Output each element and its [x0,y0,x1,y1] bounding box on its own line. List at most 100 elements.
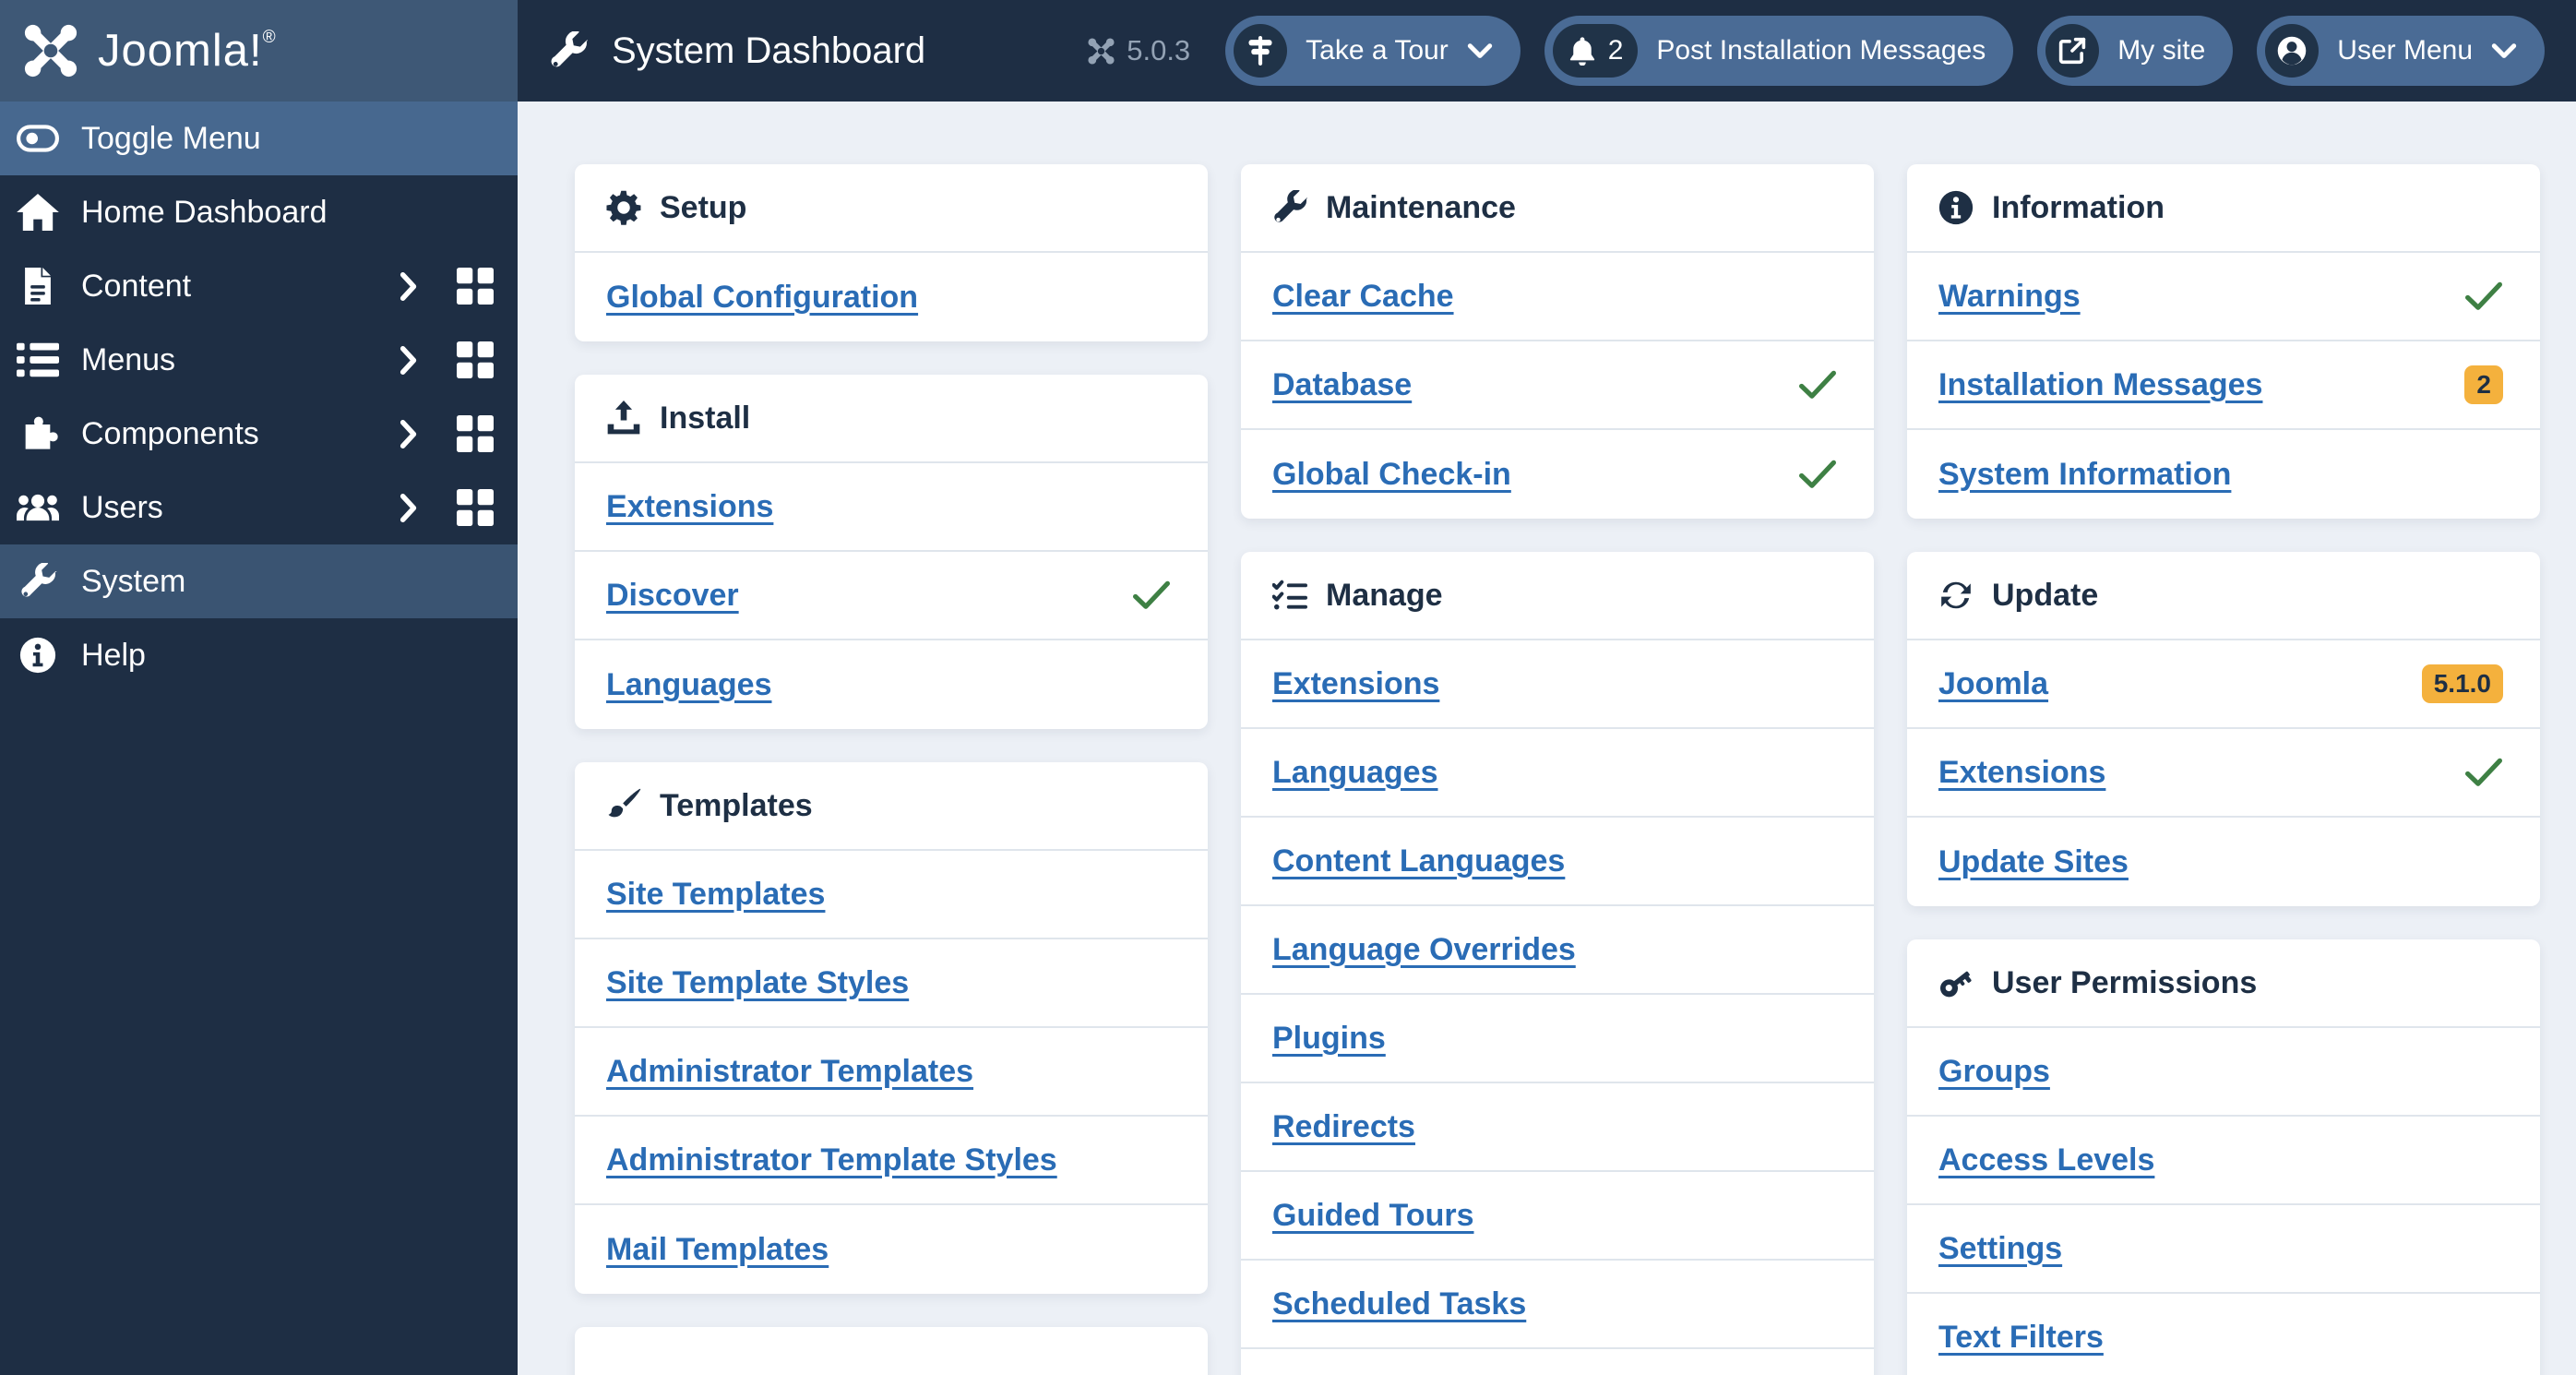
sidebar-item-label: Content [81,268,192,304]
topbar-actions: 5.0.3 Take a Tour 2 Post Installation Mess… [1087,16,2545,86]
info-icon [17,637,59,674]
topbar-button-my-site[interactable]: My site [2037,16,2234,86]
card-manage: Manage Extensions Languages Content Languag… [1241,552,1874,1375]
puzzle-icon [17,415,59,452]
link-access-levels[interactable]: Access Levels [1938,1142,2154,1178]
card-row: Plugins [1241,995,1874,1083]
link-plugins[interactable]: Plugins [1272,1021,1386,1057]
sidebar-item-label: Users [81,489,163,525]
grid-icon[interactable] [457,268,494,305]
sidebar-item-controls [400,341,494,378]
gear-icon [606,190,641,225]
topbar-button-post-installation-messages[interactable]: 2 Post Installation Messages [1544,16,2014,86]
link-text-filters[interactable]: Text Filters [1938,1320,2104,1356]
sidebar-item-users[interactable]: Users [0,471,518,544]
card-row: Administrator Template Styles [575,1117,1208,1205]
version-text: 5.0.3 [1127,34,1191,66]
link-extensions[interactable]: Extensions [606,489,773,525]
link-administrator-templates[interactable]: Administrator Templates [606,1054,973,1090]
card-header: Update [1907,552,2540,640]
card-title: Templates [660,787,813,823]
link-clear-cache[interactable]: Clear Cache [1272,279,1454,315]
link-language-overrides[interactable]: Language Overrides [1272,932,1576,968]
card-title: Setup [660,189,747,225]
link-global-configuration[interactable]: Global Configuration [606,280,918,316]
card-blank [575,1327,1208,1375]
card-header: Manage [1241,552,1874,640]
link-languages[interactable]: Languages [606,667,771,703]
card-row: Languages [1241,729,1874,818]
sidebar-header: Joomla!® [0,0,518,102]
sidebar-item-toggle-menu[interactable]: Toggle Menu [0,102,518,175]
wrench-icon [1272,190,1307,225]
sidebar-item-system[interactable]: System [0,544,518,618]
chevron-right-icon[interactable] [400,271,418,302]
link-mail-templates[interactable]: Mail Templates [606,1232,829,1268]
document-icon [17,268,59,305]
card-row: Clear Cache [1241,253,1874,341]
grid-icon[interactable] [457,341,494,378]
card-row: Discover [575,552,1208,640]
sidebar-item-menus[interactable]: Menus [0,323,518,397]
link-discover[interactable]: Discover [606,578,739,614]
card-header: Setup [575,164,1208,253]
card-row: Access Levels [1907,1117,2540,1205]
sidebar: Joomla!® Toggle Menu Home Dashboard Conten… [0,0,518,1375]
link-installation-messages[interactable]: Installation Messages [1938,367,2262,403]
link-content-languages[interactable]: Content Languages [1272,843,1565,879]
card-row: Groups [1907,1028,2540,1117]
link-global-check-in[interactable]: Global Check-in [1272,457,1511,493]
sidebar-item-help[interactable]: Help [0,618,518,692]
sidebar-item-controls [400,489,494,526]
link-settings[interactable]: Settings [1938,1231,2062,1267]
link-administrator-template-styles[interactable]: Administrator Template Styles [606,1142,1057,1178]
chevron-right-icon[interactable] [400,345,418,376]
link-warnings[interactable]: Warnings [1938,279,2081,315]
link-extensions[interactable]: Extensions [1938,755,2105,791]
chevron-right-icon[interactable] [400,419,418,449]
link-extensions[interactable]: Extensions [1272,666,1439,702]
link-system-information[interactable]: System Information [1938,457,2231,493]
card-row: Warnings [1907,253,2540,341]
topbar-button-user-menu[interactable]: User Menu [2257,16,2545,86]
signpost-icon [1246,36,1275,66]
page-title-group: System Dashboard [549,30,925,72]
link-languages[interactable]: Languages [1272,755,1437,791]
link-scheduled-tasks[interactable]: Scheduled Tasks [1272,1286,1526,1322]
card-row: Settings [1907,1205,2540,1294]
topbar-button-take-a-tour[interactable]: Take a Tour [1225,16,1521,86]
sidebar-item-content[interactable]: Content [0,249,518,323]
link-database[interactable]: Database [1272,367,1412,403]
key-icon [1938,965,1974,1000]
card-title: Manage [1326,577,1443,613]
sidebar-item-components[interactable]: Components [0,397,518,471]
link-guided-tours[interactable]: Guided Tours [1272,1198,1473,1234]
list-icon [17,341,59,378]
pill-icon-bubble [1234,24,1288,78]
link-groups[interactable]: Groups [1938,1054,2050,1090]
card-row: Text Filters [1907,1294,2540,1375]
link-redirects[interactable]: Redirects [1272,1109,1415,1145]
link-site-templates[interactable]: Site Templates [606,877,825,913]
card-row: Content Languages [1241,818,1874,906]
link-site-template-styles[interactable]: Site Template Styles [606,965,909,1001]
chevron-right-icon[interactable] [400,493,418,523]
card-information: Information Warnings Installation Messages… [1907,164,2540,519]
pill-icon-bubble [2265,24,2320,78]
link-joomla[interactable]: Joomla [1938,666,2048,702]
sidebar-item-home-dashboard[interactable]: Home Dashboard [0,175,518,249]
sidebar-item-label: Menus [81,341,176,377]
grid-icon[interactable] [457,415,494,452]
chevron-down-icon [1467,42,1493,60]
topbar-button-label: User Menu [2337,35,2473,66]
toggle-icon [17,120,59,157]
sidebar-item-controls [400,415,494,452]
topbar-button-label: Post Installation Messages [1656,35,1986,66]
external-link-icon [2057,36,2087,66]
joomla-icon [1087,37,1115,66]
wrench-icon [549,31,588,70]
card-title: Update [1992,577,2099,613]
notification-count: 2 [1607,35,1624,66]
grid-icon[interactable] [457,489,494,526]
link-update-sites[interactable]: Update Sites [1938,844,2129,880]
